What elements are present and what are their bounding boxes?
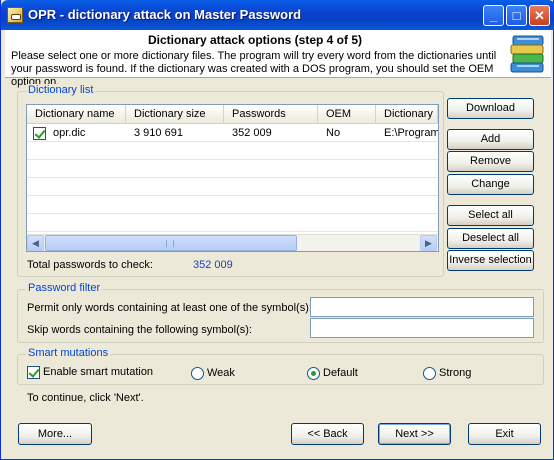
exit-button[interactable]: Exit [468, 423, 541, 445]
step-title: Dictionary attack options (step 4 of 5) [147, 33, 363, 47]
permit-symbols-label: Permit only words containing at least on… [27, 302, 312, 314]
column-header-size[interactable]: Dictionary size [126, 105, 224, 124]
column-header-passwords[interactable]: Passwords [224, 105, 318, 124]
radio-weak-label[interactable]: Weak [207, 367, 235, 379]
maximize-button[interactable]: □ [506, 5, 527, 26]
close-button[interactable]: ✕ [529, 5, 550, 26]
minimize-button[interactable]: _ [483, 5, 504, 26]
list-header: Dictionary name Dictionary size Password… [27, 105, 438, 124]
skip-symbols-label: Skip words containing the following symb… [27, 324, 252, 336]
empty-row [27, 215, 438, 232]
total-passwords-label: Total passwords to check: [27, 259, 153, 271]
radio-strong-label[interactable]: Strong [439, 367, 471, 379]
oem-cell: No [326, 127, 341, 139]
change-button[interactable]: Change [447, 174, 534, 195]
skip-symbols-input[interactable] [310, 318, 534, 338]
dictionary-name-cell: opr.dic [53, 127, 86, 139]
select-all-button[interactable]: Select all [447, 205, 534, 226]
title-bar[interactable]: OPR - dictionary attack on Master Passwo… [1, 0, 554, 30]
deselect-all-button[interactable]: Deselect all [447, 228, 534, 249]
back-button[interactable]: << Back [291, 423, 364, 445]
continue-hint: To continue, click 'Next'. [27, 392, 144, 404]
app-key-icon [7, 7, 23, 23]
empty-row [27, 143, 438, 160]
scroll-left-icon[interactable]: ◀ [27, 235, 44, 251]
empty-row [27, 179, 438, 196]
radio-strong[interactable] [423, 367, 436, 380]
next-button[interactable]: Next >> [378, 423, 451, 445]
table-row[interactable]: opr.dic 3 910 691 352 009 No E:\Program [27, 125, 438, 142]
column-header-path[interactable]: Dictionary [376, 105, 438, 124]
passwords-cell: 352 009 [232, 127, 272, 139]
more-button[interactable]: More... [18, 423, 92, 445]
empty-row [27, 161, 438, 178]
column-header-oem[interactable]: OEM [318, 105, 376, 124]
window-title: OPR - dictionary attack on Master Passwo… [28, 7, 302, 22]
radio-default-label[interactable]: Default [323, 367, 358, 379]
download-button[interactable]: Download [447, 98, 534, 119]
path-cell: E:\Program [384, 127, 438, 139]
radio-default[interactable] [307, 367, 320, 380]
dialog-window: OPR - dictionary attack on Master Passwo… [0, 0, 554, 460]
password-filter-label: Password filter [26, 282, 103, 294]
scroll-right-icon[interactable]: ▶ [420, 235, 437, 251]
dictionary-size-cell: 3 910 691 [134, 127, 183, 139]
smart-mutations-label: Smart mutations [26, 347, 111, 359]
inverse-selection-button[interactable]: Inverse selection [447, 250, 534, 271]
horizontal-scrollbar[interactable]: ◀ ▶ [27, 234, 438, 251]
column-header-name[interactable]: Dictionary name [27, 105, 126, 124]
grip-icon [166, 240, 174, 247]
empty-row [27, 197, 438, 214]
dictionary-list-label: Dictionary list [26, 84, 96, 96]
dictionary-listview[interactable]: Dictionary name Dictionary size Password… [26, 104, 439, 252]
books-icon [510, 35, 544, 73]
remove-button[interactable]: Remove [447, 151, 534, 172]
enable-smart-mutation-label[interactable]: Enable smart mutation [43, 366, 153, 378]
scroll-thumb[interactable] [45, 235, 297, 251]
total-passwords-value: 352 009 [193, 259, 233, 271]
add-button[interactable]: Add [447, 129, 534, 150]
wizard-header: Dictionary attack options (step 4 of 5) … [5, 30, 551, 88]
permit-symbols-input[interactable] [310, 297, 534, 317]
enable-smart-mutation-checkbox[interactable] [27, 366, 40, 379]
radio-weak[interactable] [191, 367, 204, 380]
